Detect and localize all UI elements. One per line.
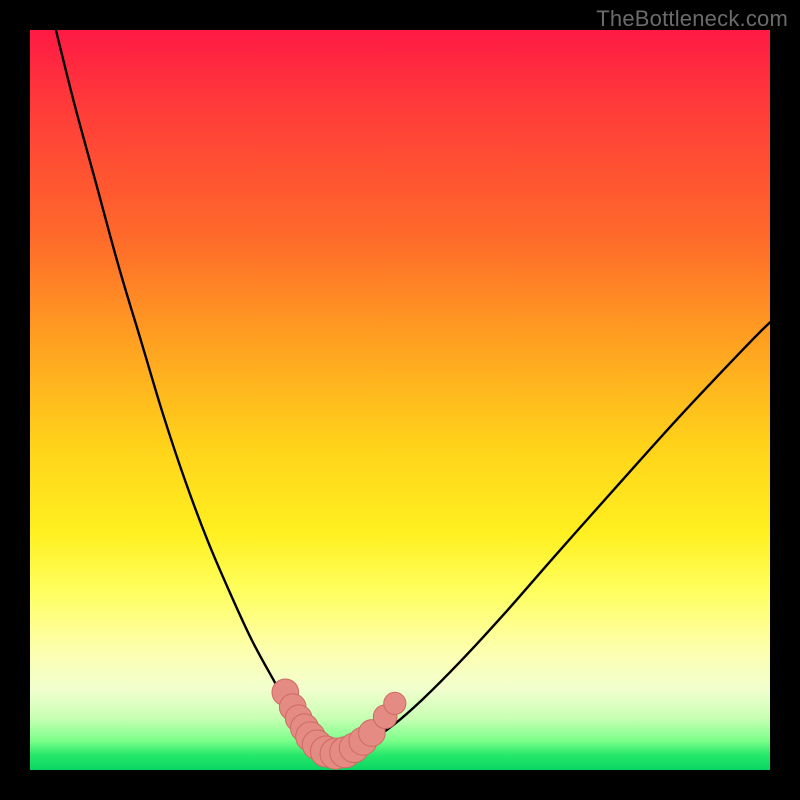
chart-svg [30,30,770,770]
curve-left [56,30,315,742]
watermark-text: TheBottleneck.com [596,6,788,32]
plot-area [30,30,770,770]
data-markers [272,679,406,769]
outer-frame: TheBottleneck.com [0,0,800,800]
data-marker [384,692,406,714]
curve-right [356,322,770,746]
